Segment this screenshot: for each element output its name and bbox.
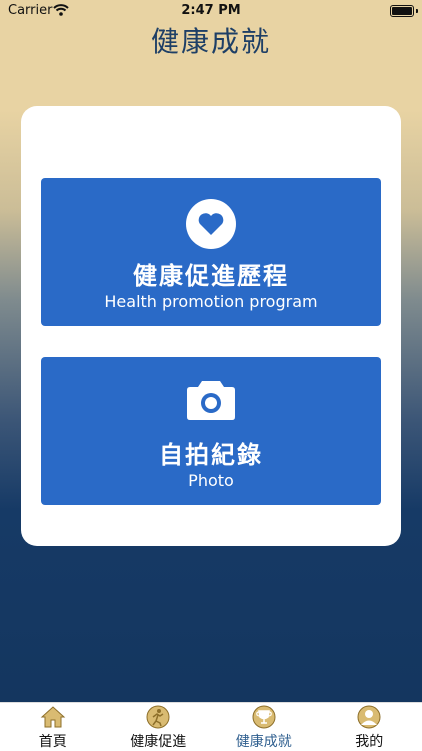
home-icon (40, 705, 66, 729)
menu-card: 健康促進歷程 Health promotion program 自拍紀錄 Pho… (21, 106, 401, 546)
heart-icon (185, 198, 237, 250)
status-time: 2:47 PM (0, 3, 422, 18)
photo-title: 自拍紀錄 (41, 435, 381, 470)
tab-home-label: 首頁 (0, 731, 106, 751)
health-program-title: 健康促進歷程 (41, 256, 381, 291)
photo-button[interactable]: 自拍紀錄 Photo (41, 357, 381, 505)
battery-icon (390, 5, 414, 17)
status-bar: Carrier 2:47 PM (0, 0, 422, 22)
battery-tip (416, 9, 418, 13)
page-title: 健康成就 (0, 20, 422, 60)
user-icon (356, 705, 382, 729)
tab-health-promotion[interactable]: 健康促進 (106, 703, 212, 751)
tab-me[interactable]: 我的 (317, 703, 422, 751)
activity-icon (145, 705, 171, 729)
tab-health-achievement-label: 健康成就 (211, 731, 317, 751)
tab-bar: 首頁 健康促進 健康成就 我的 (0, 702, 422, 751)
tab-health-promotion-label: 健康促進 (106, 731, 212, 751)
tab-me-label: 我的 (317, 731, 422, 751)
health-program-subtitle: Health promotion program (41, 292, 381, 311)
trophy-icon (251, 705, 277, 729)
tab-home[interactable]: 首頁 (0, 703, 106, 751)
photo-subtitle: Photo (41, 471, 381, 490)
health-program-button[interactable]: 健康促進歷程 Health promotion program (41, 178, 381, 326)
camera-icon (186, 377, 236, 421)
tab-health-achievement[interactable]: 健康成就 (211, 703, 317, 751)
